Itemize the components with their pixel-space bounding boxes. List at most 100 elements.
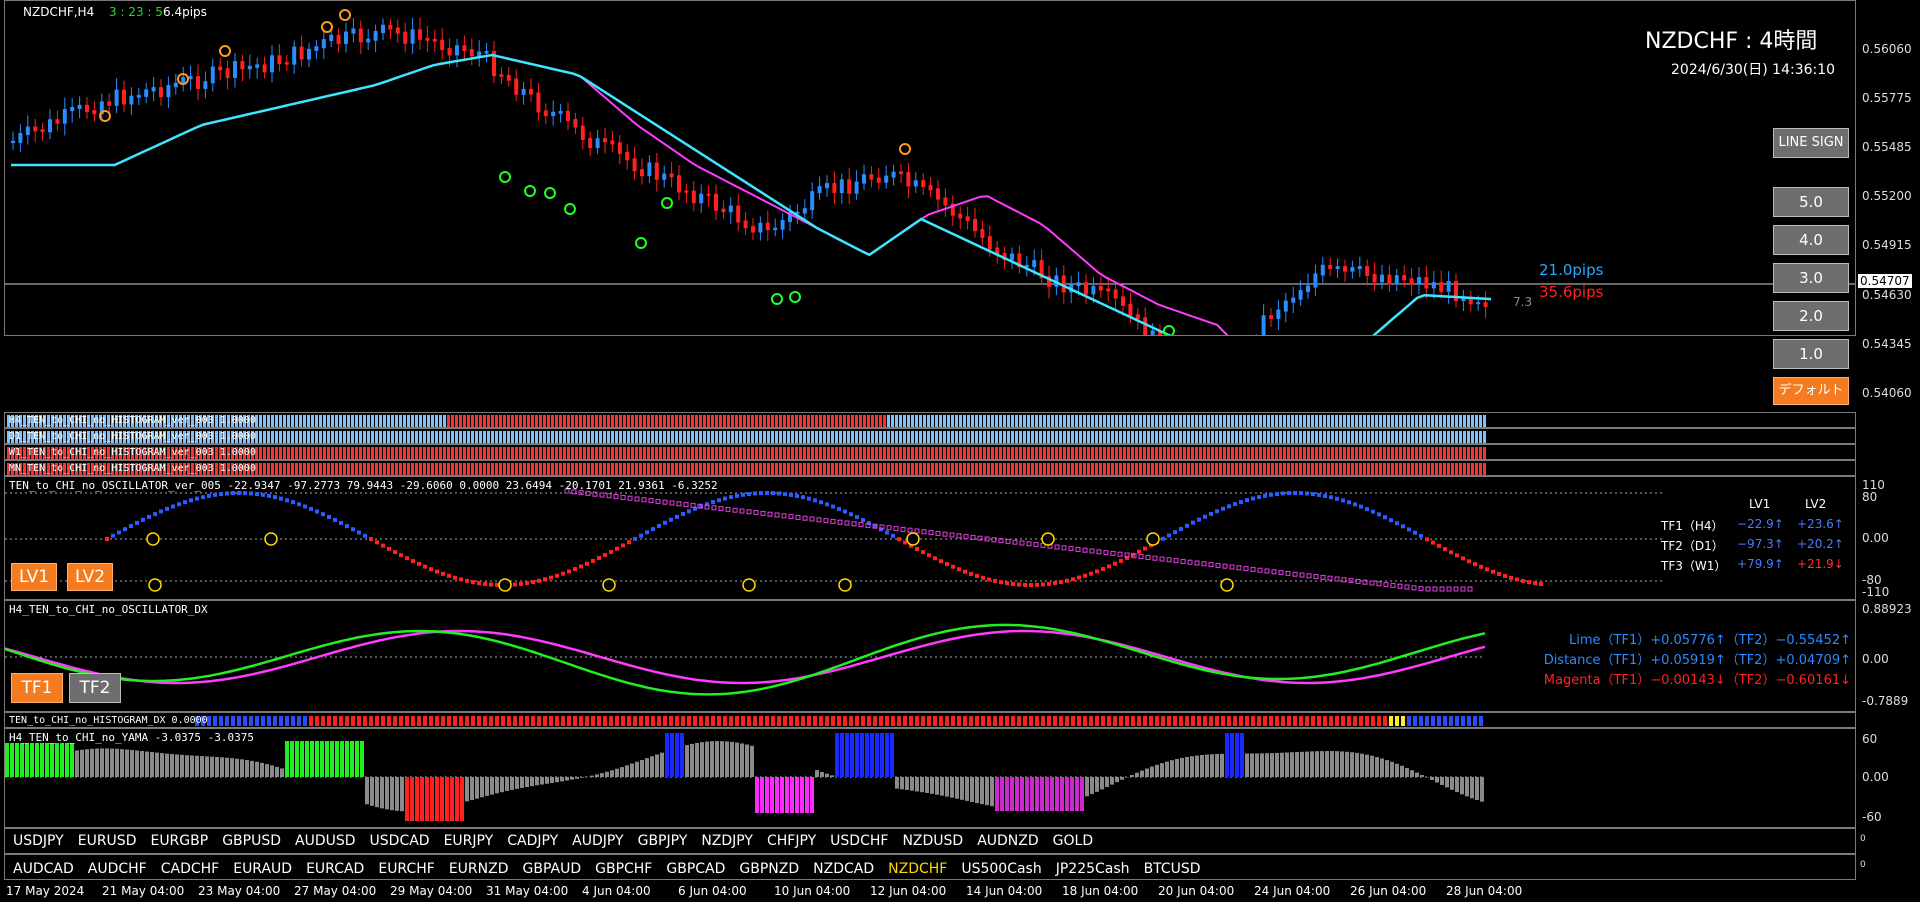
histogram-bar [579,415,582,427]
lv2-button[interactable]: LV2 [67,563,113,591]
yama-bar [1260,753,1264,777]
histogram-dx-bar [453,716,457,726]
yama-bar [365,777,369,805]
histogram-dx-bar [627,716,631,726]
yama-bar [615,768,619,777]
symbol-audjpy[interactable]: AUDJPY [572,833,623,849]
oscillator-pane[interactable]: TEN_to_CHI_no_OSCILLATOR_ver_005 -22.934… [4,476,1856,600]
yama-bar [1220,753,1224,777]
histogram-bar [403,447,406,459]
histogram-bar [1411,415,1414,427]
symbol-audusd[interactable]: AUDUSD [295,833,356,849]
level-2-button[interactable]: 2.0 [1773,301,1849,331]
symbol-eurusd[interactable]: EURUSD [78,833,137,849]
candle-body [1446,280,1451,292]
default-button[interactable]: デフォルト [1773,377,1849,405]
level-1-button[interactable]: 1.0 [1773,339,1849,369]
symbol-audcad[interactable]: AUDCAD [13,861,74,877]
symbol-gbpnzd[interactable]: GBPNZD [739,861,799,877]
symbol-gbpjpy[interactable]: GBPJPY [638,833,688,849]
yama-bar [1150,766,1154,777]
symbol-nzdusd[interactable]: NZDUSD [902,833,963,849]
buy-signal-icon [635,237,647,249]
histogram-bar [787,415,790,427]
symbol-gold[interactable]: GOLD [1053,833,1093,849]
symbol-eurgbp[interactable]: EURGBP [150,833,208,849]
symbol-gbpcad[interactable]: GBPCAD [666,861,725,877]
symbol-eurcad[interactable]: EURCAD [306,861,364,877]
histogram-dx-bar [897,716,901,726]
histogram-bar [1195,447,1198,459]
symbol-jp225cash[interactable]: JP225Cash [1056,861,1130,877]
histogram-bar [711,415,714,427]
yama-bar [1360,753,1364,777]
histogram-bar [899,463,902,475]
histogram-bar [1139,415,1142,427]
osc-magenta-dot [774,512,780,518]
histogram-bar [587,431,590,443]
symbol-cadchf[interactable]: CADCHF [161,861,220,877]
osc-dot [111,533,115,538]
symbol-eurnzd[interactable]: EURNZD [449,861,509,877]
histogram-bar [263,463,266,475]
osc-dot [1419,534,1423,539]
yama-pane[interactable]: H4_TEN_to_CHI_no_YAMA -3.0375 -3.0375 [4,728,1856,828]
histogram-bar [967,415,970,427]
histogram-bar [1231,447,1234,459]
histogram-bar [635,415,638,427]
tf2-button[interactable]: TF2 [69,673,121,703]
symbol-chfjpy[interactable]: CHFJPY [767,833,816,849]
symbol-euraud[interactable]: EURAUD [233,861,292,877]
yama-bar [835,733,839,777]
osc-dot [603,552,607,557]
symbol-gbpusd[interactable]: GBPUSD [222,833,281,849]
symbol-audnzd[interactable]: AUDNZD [977,833,1038,849]
lv1-button[interactable]: LV1 [11,563,57,591]
level-5-button[interactable]: 5.0 [1773,187,1849,217]
symbol-gbpchf[interactable]: GBPCHF [595,861,652,877]
symbol-eurjpy[interactable]: EURJPY [444,833,494,849]
level-3-button[interactable]: 3.0 [1773,263,1849,293]
symbol-usdjpy[interactable]: USDJPY [13,833,64,849]
histogram-bar [687,431,690,443]
tf1-button[interactable]: TF1 [11,673,63,703]
osc-dot [1245,498,1249,503]
symbol-usdchf[interactable]: USDCHF [830,833,888,849]
symbol-us500cash[interactable]: US500Cash [961,861,1041,877]
osc-magenta-dot [732,507,738,513]
histogram-bar [1307,463,1310,475]
symbol-eurchf[interactable]: EURCHF [378,861,434,877]
histogram-bar [1027,447,1030,459]
histogram-bar [1359,431,1362,443]
yama-bar [185,755,189,777]
histogram-bar [1091,415,1094,427]
osc-dot [1479,564,1483,569]
line-sign-button[interactable]: LINE SIGN [1773,128,1849,158]
symbol-usdcad[interactable]: USDCAD [370,833,430,849]
symbol-btcusd[interactable]: BTCUSD [1144,861,1201,877]
osc-dot [1449,550,1453,555]
symbol-nzdjpy[interactable]: NZDJPY [701,833,753,849]
symbol-nzdcad[interactable]: NZDCAD [813,861,874,877]
yama-bar [765,777,769,813]
histogram-dx-bar [1401,716,1405,726]
histogram-bar [1199,447,1202,459]
level-4-button[interactable]: 4.0 [1773,225,1849,255]
yama-bar [880,733,884,777]
dx-tick: -0.7889 [1862,694,1909,708]
price-chart-pane[interactable]: NZDCHF,H4 3 : 23 : 5 6.4pips NZDCHF : 4時… [4,0,1856,336]
symbol-cadjpy[interactable]: CADJPY [507,833,558,849]
osc-magenta-dot [781,513,787,519]
histogram-bar [1283,415,1286,427]
yama-bar [80,749,84,777]
symbol-gbpaud[interactable]: GBPAUD [523,861,582,877]
histogram-bar [831,447,834,459]
symbol-audchf[interactable]: AUDCHF [88,861,147,877]
histogram-dx-bar [993,716,997,726]
histogram-bar [1315,431,1318,443]
osc-dot [1203,514,1207,519]
symbol-nzdchf[interactable]: NZDCHF [888,861,947,877]
histogram-bar [1199,415,1202,427]
yama-bar [985,777,989,806]
dx-pane[interactable]: H4_TEN_to_CHI_no_OSCILLATOR_DX TF1 TF2 L… [4,600,1856,712]
